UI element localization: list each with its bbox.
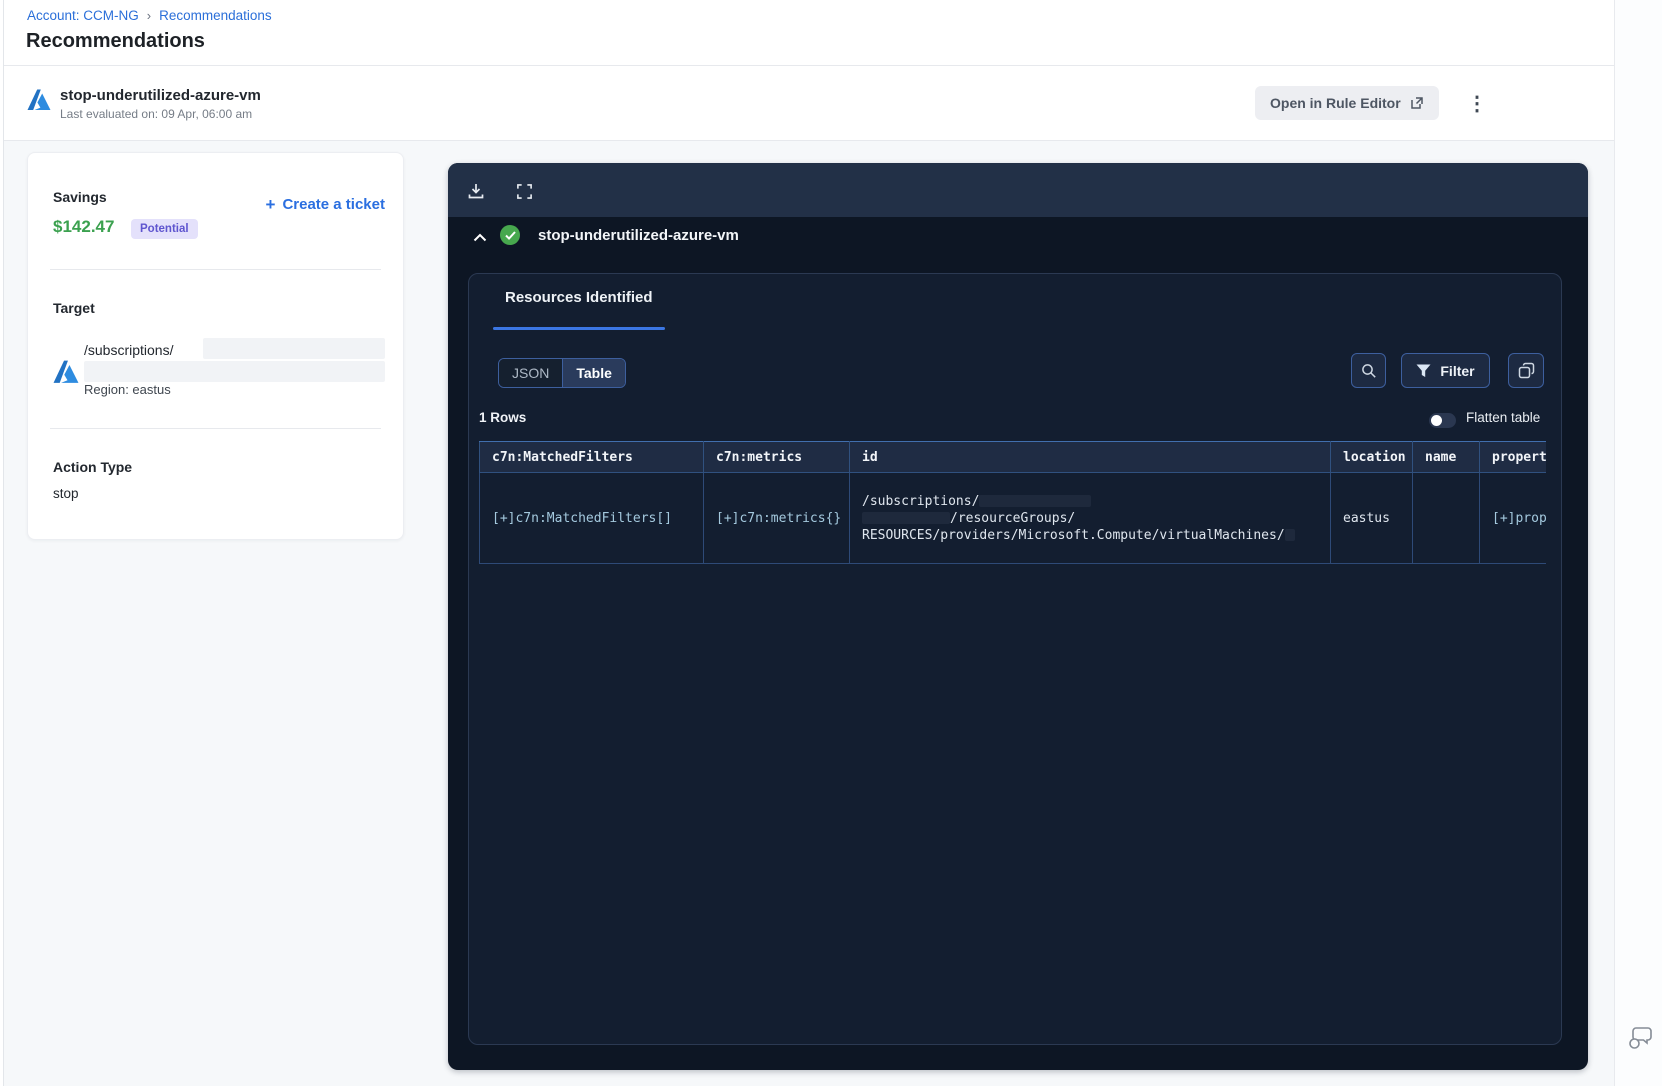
resources-table: c7n:MatchedFilters c7n:metrics id locati… xyxy=(479,441,1546,564)
id-line: /subscriptions/ xyxy=(862,493,980,509)
view-mode-segmented-control: JSON Table xyxy=(498,358,626,388)
tab-resources-identified[interactable]: Resources Identified xyxy=(505,289,653,306)
panel-rule-name: stop-underutilized-azure-vm xyxy=(538,227,739,244)
create-ticket-button[interactable]: + Create a ticket xyxy=(266,196,386,213)
chevron-up-icon xyxy=(473,233,487,241)
search-icon xyxy=(1361,363,1376,378)
filter-button-label: Filter xyxy=(1440,362,1475,379)
breadcrumb: Account: CCM-NG › Recommendations xyxy=(27,8,272,23)
header-divider xyxy=(4,65,1614,66)
right-rail-divider xyxy=(1614,0,1615,1086)
panel-toolbar xyxy=(448,163,1588,217)
collapse-section-button[interactable] xyxy=(468,225,492,249)
download-button[interactable] xyxy=(460,175,492,207)
summary-card: Savings $142.47 Potential + Create a tic… xyxy=(27,152,404,540)
rule-last-evaluated: Last evaluated on: 09 Apr, 06:00 am xyxy=(60,107,253,121)
redacted-target-value xyxy=(203,338,385,359)
column-header: c7n:MatchedFilters xyxy=(479,441,704,473)
redacted-id xyxy=(979,495,1092,507)
column-header: name xyxy=(1412,441,1480,473)
redacted-target-value xyxy=(84,361,385,382)
flatten-table-toggle[interactable] xyxy=(1429,413,1456,428)
results-panel: stop-underutilized-azure-vm Resources Id… xyxy=(448,163,1588,1070)
target-path: /subscriptions/ xyxy=(84,342,174,358)
resources-table-container[interactable]: c7n:MatchedFilters c7n:metrics id locati… xyxy=(479,441,1546,564)
rows-count: 1 Rows xyxy=(479,410,527,425)
column-header: c7n:metrics xyxy=(703,441,850,473)
fullscreen-button[interactable] xyxy=(508,175,540,207)
view-table-segment[interactable]: Table xyxy=(562,359,625,387)
id-cell: /subscriptions/ /resourceGroups/ RESOURC… xyxy=(849,472,1331,564)
rule-menu-kebab-icon[interactable]: ⋮ xyxy=(1466,88,1488,118)
id-line: RESOURCES/providers/Microsoft.Compute/vi… xyxy=(862,527,1285,543)
open-in-rule-editor-label: Open in Rule Editor xyxy=(1270,95,1401,111)
table-row: [+]c7n:MatchedFilters[] [+]c7n:metrics{}… xyxy=(479,472,1546,564)
column-header: properties xyxy=(1479,441,1546,473)
card-divider xyxy=(50,428,381,429)
open-in-rule-editor-button[interactable]: Open in Rule Editor xyxy=(1255,86,1439,120)
redacted-id xyxy=(1284,529,1295,541)
target-region: Region: eastus xyxy=(84,382,171,397)
copy-icon xyxy=(1518,362,1534,379)
recommendations-page: Account: CCM-NG › Recommendations Recomm… xyxy=(0,0,1662,1086)
rule-name: stop-underutilized-azure-vm xyxy=(60,87,261,104)
redacted-id xyxy=(862,512,950,524)
savings-label: Savings xyxy=(53,189,107,205)
success-check-icon xyxy=(500,225,520,245)
savings-amount: $142.47 xyxy=(53,217,115,236)
page-title: Recommendations xyxy=(26,30,205,52)
toggle-knob xyxy=(1431,415,1442,426)
copy-button[interactable] xyxy=(1508,353,1544,388)
right-rail xyxy=(1615,0,1662,1086)
properties-expander[interactable]: [+]properties{} xyxy=(1492,511,1546,526)
column-header: location xyxy=(1330,441,1413,473)
matched-filters-expander[interactable]: [+]c7n:MatchedFilters[] xyxy=(492,511,672,526)
action-type-value: stop xyxy=(53,486,79,501)
plus-icon: + xyxy=(265,195,276,214)
tab-active-underline xyxy=(493,327,665,330)
chat-bubbles-icon xyxy=(1629,1027,1652,1049)
flatten-table-label: Flatten table xyxy=(1466,410,1541,425)
azure-icon xyxy=(53,360,79,383)
filter-button[interactable]: Filter xyxy=(1401,353,1490,388)
view-json-segment[interactable]: JSON xyxy=(499,359,563,387)
location-cell: eastus xyxy=(1330,472,1413,564)
filter-funnel-icon xyxy=(1416,364,1431,377)
target-label: Target xyxy=(53,300,95,316)
fullscreen-icon xyxy=(516,183,532,199)
azure-icon xyxy=(27,89,51,110)
support-chat-button[interactable] xyxy=(1626,1026,1654,1050)
breadcrumb-separator-icon: › xyxy=(146,8,152,23)
download-icon xyxy=(468,184,484,199)
breadcrumb-account-link[interactable]: Account: CCM-NG xyxy=(27,8,139,23)
resources-card: Resources Identified JSON Table Filter 1… xyxy=(468,273,1562,1045)
search-button[interactable] xyxy=(1351,353,1386,388)
card-divider xyxy=(50,269,381,270)
metrics-expander[interactable]: [+]c7n:metrics{} xyxy=(716,511,841,526)
id-line: /resourceGroups/ xyxy=(950,510,1076,526)
column-header: id xyxy=(849,441,1331,473)
action-type-label: Action Type xyxy=(53,459,133,475)
table-header-row: c7n:MatchedFilters c7n:metrics id locati… xyxy=(479,441,1546,473)
name-cell xyxy=(1412,472,1480,564)
savings-status-badge: Potential xyxy=(131,219,198,239)
breadcrumb-page-link[interactable]: Recommendations xyxy=(159,8,272,23)
external-link-icon xyxy=(1410,97,1423,109)
create-ticket-label: Create a ticket xyxy=(282,196,385,213)
